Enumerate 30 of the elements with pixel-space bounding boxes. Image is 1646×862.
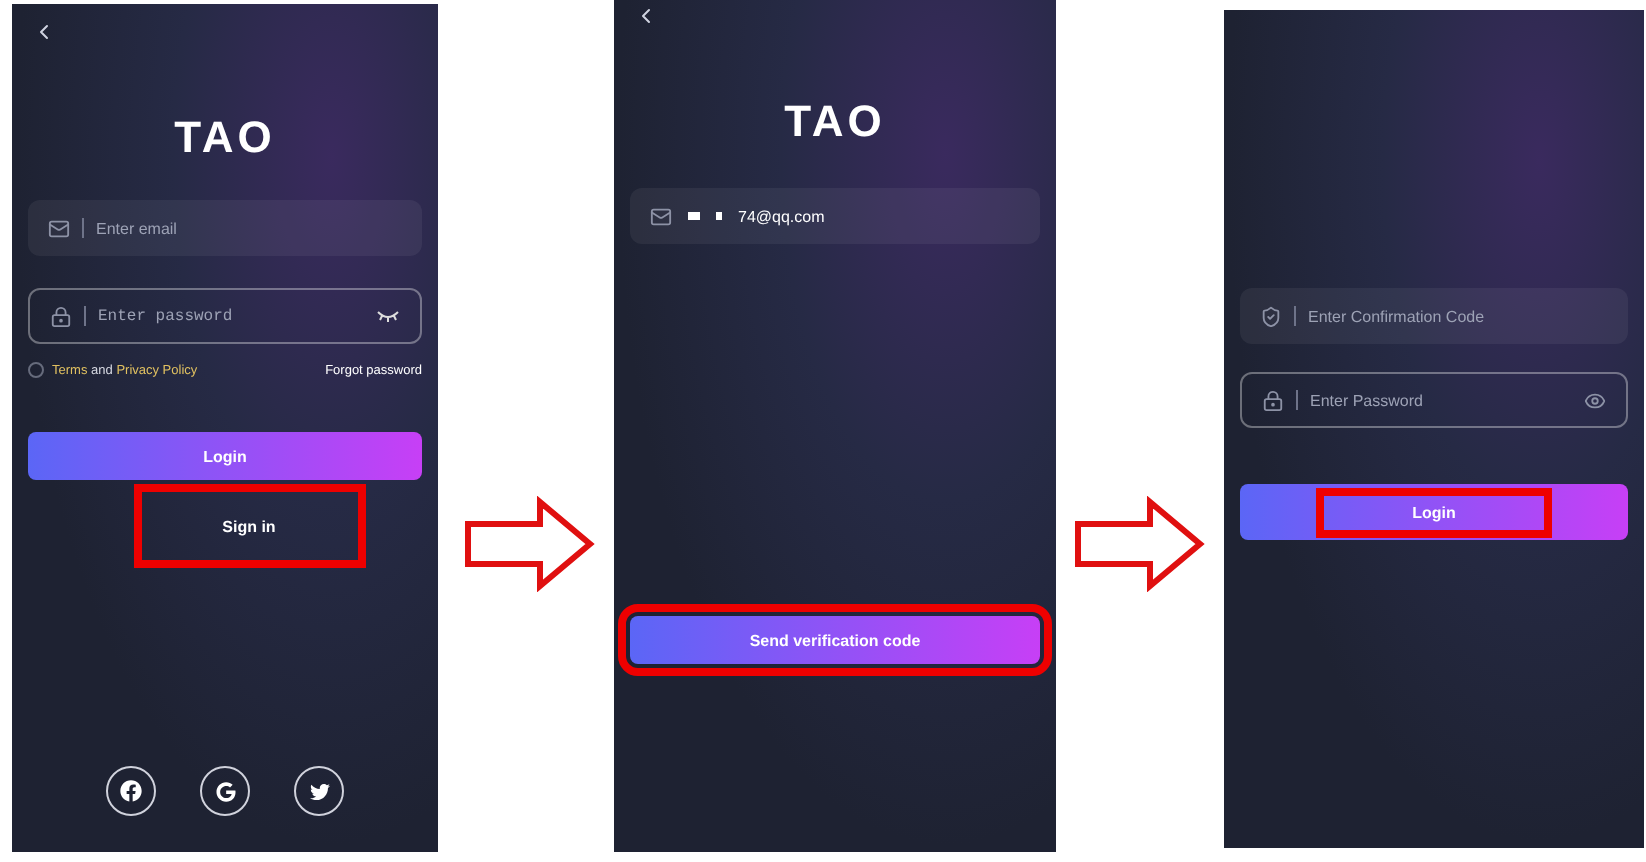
mail-icon: [48, 217, 70, 239]
redaction-mark: [716, 212, 722, 220]
password-input[interactable]: Enter Password: [1310, 391, 1572, 409]
email-input[interactable]: Enter email: [96, 219, 402, 237]
sign-in-button[interactable]: Sign in: [133, 484, 365, 568]
eye-icon[interactable]: [1584, 389, 1606, 411]
confirmation-code-field[interactable]: Enter Confirmation Code: [1240, 288, 1628, 344]
closed-eye-icon[interactable]: [376, 310, 400, 322]
right-arrow-icon: [1074, 496, 1206, 592]
email-value: 74@qq.com: [738, 207, 825, 225]
email-field[interactable]: 74@qq.com: [630, 188, 1040, 244]
password-input[interactable]: Enter password: [98, 307, 364, 325]
password-field[interactable]: Enter password: [28, 288, 422, 344]
logo: TAO: [784, 96, 886, 148]
twitter-icon[interactable]: [294, 766, 344, 816]
code-input[interactable]: Enter Confirmation Code: [1308, 307, 1608, 325]
logo: TAO: [174, 112, 276, 164]
login-button[interactable]: Login: [28, 432, 422, 480]
mail-icon: [650, 205, 672, 227]
google-icon[interactable]: [200, 766, 250, 816]
login-button[interactable]: Login: [1240, 484, 1628, 540]
shield-icon: [1260, 305, 1282, 327]
terms-checkbox[interactable]: [28, 362, 44, 378]
password-field[interactable]: Enter Password: [1240, 372, 1628, 428]
email-field[interactable]: Enter email: [28, 200, 422, 256]
facebook-icon[interactable]: [106, 766, 156, 816]
lock-icon: [1262, 389, 1284, 411]
send-code-button[interactable]: Send verification code: [630, 616, 1040, 664]
right-arrow-icon: [464, 496, 596, 592]
lock-icon: [50, 305, 72, 327]
